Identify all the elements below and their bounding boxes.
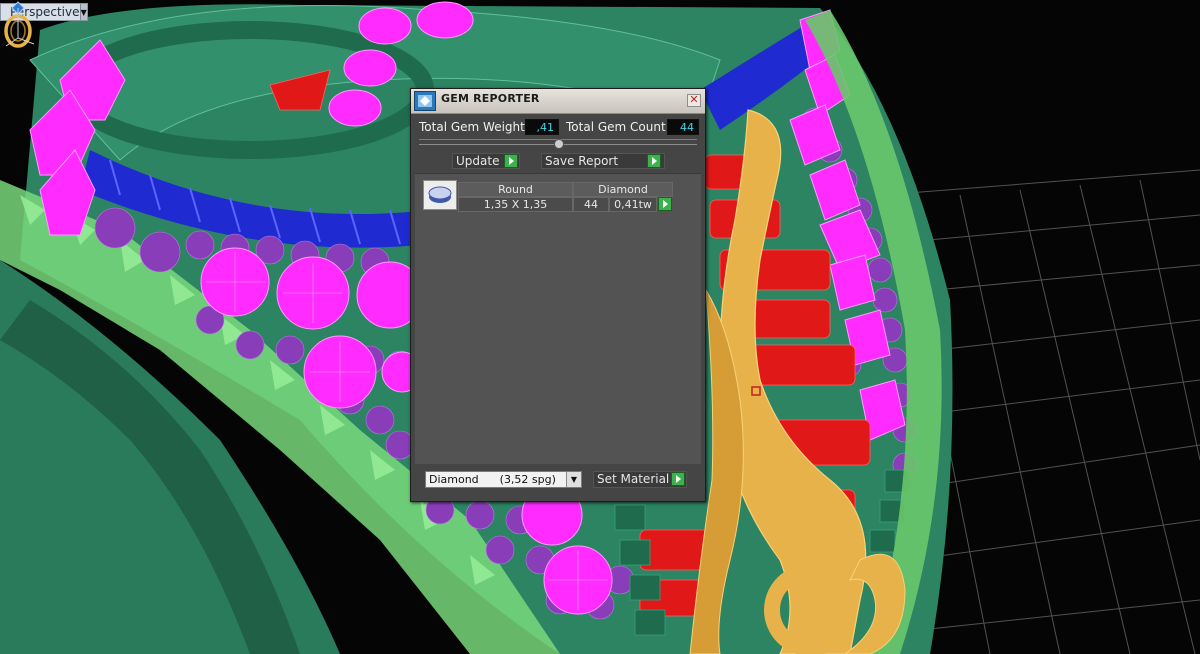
gem-cut-header: Round: [458, 182, 573, 197]
gem-reporter-panel[interactable]: GEM REPORTER ✕ Total Gem Weight ,41 Tota…: [410, 88, 706, 502]
total-gem-count-value: 44: [667, 119, 699, 135]
set-material-button-label: Set Material: [597, 472, 670, 486]
gem-weight-cell: 0,41tw: [609, 197, 657, 212]
play-icon[interactable]: [647, 154, 661, 168]
gem-reporter-app-icon: [414, 91, 436, 111]
total-gem-weight-label: Total Gem Weight: [419, 120, 525, 134]
gem-count-cell: 44: [573, 197, 609, 212]
gem-size-cell: 1,35 X 1,35: [458, 197, 573, 212]
panel-size-slider-thumb[interactable]: [554, 139, 564, 149]
update-button-label: Update: [456, 154, 500, 168]
save-report-button-label: Save Report: [545, 154, 619, 168]
total-gem-count-label: Total Gem Count: [566, 120, 666, 134]
material-select-value: Diamond (3,52 spg): [429, 473, 556, 486]
dropdown-arrow-icon[interactable]: ▼: [566, 472, 581, 487]
material-select[interactable]: Diamond (3,52 spg) ▼: [425, 471, 582, 488]
gem-material-header: Diamond: [573, 182, 673, 197]
panel-titlebar[interactable]: GEM REPORTER ✕: [411, 89, 705, 114]
close-icon[interactable]: ✕: [687, 94, 701, 107]
play-icon[interactable]: [671, 472, 685, 486]
total-gem-weight-value: ,41: [525, 119, 559, 135]
play-icon[interactable]: [504, 154, 518, 168]
panel-title: GEM REPORTER: [441, 92, 540, 105]
viewport-menu-icon[interactable]: ▼: [79, 4, 87, 20]
gem-list[interactable]: Round Diamond 1,35 X 1,35 44 0,41tw: [415, 173, 701, 464]
round-gem-icon[interactable]: [423, 180, 457, 210]
play-icon[interactable]: [658, 197, 672, 211]
axis-triad-icon: [5, 8, 35, 47]
